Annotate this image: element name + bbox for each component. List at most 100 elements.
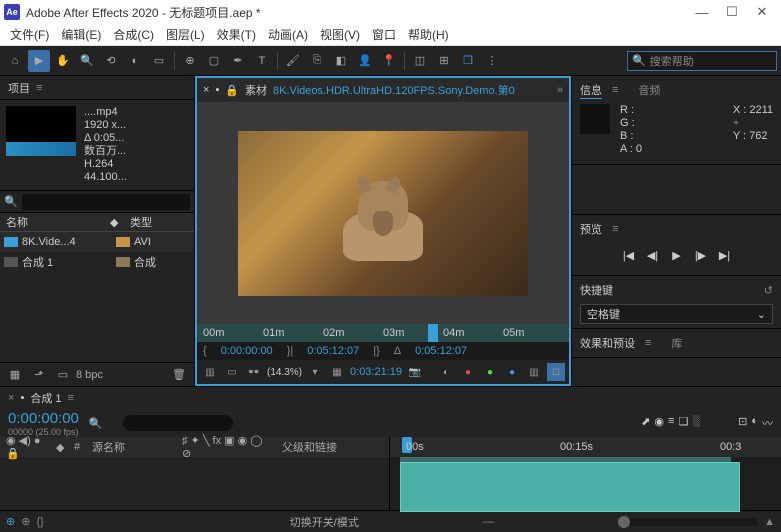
rect-tool[interactable]: ▢ — [203, 50, 225, 72]
tl-tool-icon[interactable]: ⊡ — [738, 415, 747, 431]
tab-info[interactable]: 信息 — [580, 82, 602, 99]
time-ruler[interactable]: 00m 01m 02m 03m 04m 05m — [197, 324, 569, 342]
prev-frame-button[interactable]: ◀| — [645, 247, 661, 263]
bpc-label[interactable]: 8 bpc — [76, 369, 103, 381]
home-icon[interactable]: ⌂ — [4, 50, 26, 72]
preview-area[interactable] — [197, 102, 569, 324]
orbit-tool[interactable]: ⟲ — [100, 50, 122, 72]
col-tag[interactable]: ◆ — [110, 216, 130, 229]
viewer-menu-icon[interactable]: » — [557, 84, 563, 96]
col-parent[interactable]: 父级和链接 — [276, 439, 343, 455]
vb-icon[interactable]: ▭ — [223, 363, 241, 381]
tab-effects[interactable]: 效果和预设 — [580, 335, 635, 351]
menu-help[interactable]: 帮助(H) — [402, 26, 455, 43]
tl-tool-icon[interactable]: ⬈ — [641, 415, 650, 431]
anchor-tool[interactable]: ⊕ — [179, 50, 201, 72]
project-filter[interactable] — [22, 194, 190, 210]
rotate-tool[interactable]: ◐ — [124, 50, 146, 72]
panel-menu-icon[interactable]: ≡ — [68, 392, 74, 404]
timeline-timecode[interactable]: 0:00:00:00 — [8, 410, 79, 427]
puppet-tool[interactable]: 📍 — [378, 50, 400, 72]
blue-icon[interactable]: ● — [503, 363, 521, 381]
search-icon[interactable]: 🔍 — [89, 417, 103, 430]
timeline-search[interactable] — [123, 415, 233, 431]
tl-bottom-icon[interactable]: ⊕ — [21, 515, 30, 528]
vb-icon[interactable]: ▥ — [201, 363, 219, 381]
tab-audio[interactable]: 音频 — [638, 82, 660, 98]
interpret-icon[interactable]: ▦ — [4, 364, 26, 386]
extra-tool[interactable]: ⋮ — [481, 50, 503, 72]
tl-tool-icon[interactable]: ◉ — [654, 415, 664, 431]
green-icon[interactable]: ● — [481, 363, 499, 381]
snap-tool[interactable]: ⊞ — [433, 50, 455, 72]
close-button[interactable]: ✕ — [747, 0, 777, 24]
red-icon[interactable]: ● — [459, 363, 477, 381]
eraser-tool[interactable]: ◧ — [330, 50, 352, 72]
folder-icon[interactable]: ▭ — [52, 364, 74, 386]
brush-tool[interactable]: 🖌 — [282, 50, 304, 72]
menu-effect[interactable]: 效果(T) — [211, 26, 262, 43]
tl-tool-icon[interactable]: ░ — [692, 415, 700, 431]
search-icon[interactable]: 🔍 — [4, 195, 18, 208]
tab-library[interactable]: 库 — [671, 335, 682, 351]
align-tool[interactable]: ❐ — [457, 50, 479, 72]
close-tab-icon[interactable]: × — [203, 84, 209, 96]
viewer-tab-label[interactable]: 素材 — [245, 82, 267, 98]
tl-bottom-icon[interactable]: {} — [36, 516, 43, 528]
panel-menu-icon[interactable]: ≡ — [612, 223, 618, 235]
menu-edit[interactable]: 编辑(E) — [55, 26, 107, 43]
minimize-button[interactable]: — — [687, 0, 717, 24]
out-time[interactable]: 0:05:12:07 — [307, 345, 359, 357]
selection-tool[interactable]: ▶ — [28, 50, 50, 72]
roto-tool[interactable]: 👤 — [354, 50, 376, 72]
panel-menu-icon[interactable]: ≡ — [36, 82, 42, 94]
panel-menu-icon[interactable]: ≡ — [612, 84, 618, 96]
tl-tool-icon[interactable]: ◐ — [751, 415, 758, 431]
menu-anim[interactable]: 动画(A) — [262, 26, 314, 43]
tl-tool-icon[interactable]: 〰 — [762, 415, 773, 431]
mask-tool[interactable]: ◫ — [409, 50, 431, 72]
toggle-switches[interactable]: 切换开关/模式 — [290, 514, 359, 530]
trash-icon[interactable]: 🗑 — [168, 364, 190, 386]
clone-tool[interactable]: ⎘ — [306, 50, 328, 72]
play-button[interactable]: ▶ — [669, 247, 685, 263]
hand-tool[interactable]: ✋ — [52, 50, 74, 72]
zoom-tool[interactable]: 🔍 — [76, 50, 98, 72]
menu-window[interactable]: 窗口 — [366, 26, 402, 43]
vb-icon[interactable]: ▦ — [328, 363, 346, 381]
zoom-slider[interactable] — [618, 518, 758, 526]
project-tab[interactable]: 项目 — [8, 80, 30, 96]
camera-icon[interactable]: 📷 — [406, 363, 424, 381]
current-time[interactable]: 0:03:21:19 — [350, 366, 402, 378]
zoom-level[interactable]: (14.3%) — [267, 363, 302, 381]
list-item[interactable]: 合成 1 合成 — [0, 252, 194, 272]
list-item[interactable]: 8K.Vide...4 AVI — [0, 232, 194, 252]
zoom-out-icon[interactable]: — — [483, 516, 494, 528]
menu-file[interactable]: 文件(F) — [4, 26, 55, 43]
timeline-comp-name[interactable]: 合成 1 — [30, 390, 61, 406]
tab-close-icon[interactable]: × — [8, 392, 14, 404]
reset-icon[interactable]: ↺ — [764, 284, 773, 297]
panel-menu-icon[interactable]: ≡ — [645, 337, 651, 349]
lock-icon[interactable]: 🔒 — [225, 84, 239, 97]
vb-icon[interactable]: 👓 — [245, 363, 263, 381]
vb-icon[interactable]: ▥ — [525, 363, 543, 381]
tab-preview[interactable]: 预览 — [580, 221, 602, 237]
playhead[interactable] — [428, 324, 438, 342]
col-name[interactable]: 名称 — [0, 214, 110, 230]
maximize-button[interactable]: ☐ — [717, 0, 747, 24]
next-frame-button[interactable]: |▶ — [693, 247, 709, 263]
vb-icon[interactable]: ◐ — [437, 363, 455, 381]
col-type[interactable]: 类型 — [130, 214, 194, 230]
timeline-ruler[interactable]: 00s 00:15s 00:3 — [390, 437, 781, 457]
vb-icon[interactable]: ▾ — [306, 363, 324, 381]
tl-tool-icon[interactable]: ≡ — [668, 415, 674, 431]
help-search[interactable]: 🔍 搜索帮助 — [627, 51, 777, 71]
menu-view[interactable]: 视图(V) — [314, 26, 366, 43]
clip-bar[interactable] — [400, 462, 740, 512]
flow-icon[interactable]: ⬏ — [28, 364, 50, 386]
text-tool[interactable]: T — [251, 50, 273, 72]
first-frame-button[interactable]: |◀ — [621, 247, 637, 263]
shortcut-select[interactable]: 空格键 ⌄ — [580, 304, 773, 324]
menu-comp[interactable]: 合成(C) — [107, 26, 160, 43]
